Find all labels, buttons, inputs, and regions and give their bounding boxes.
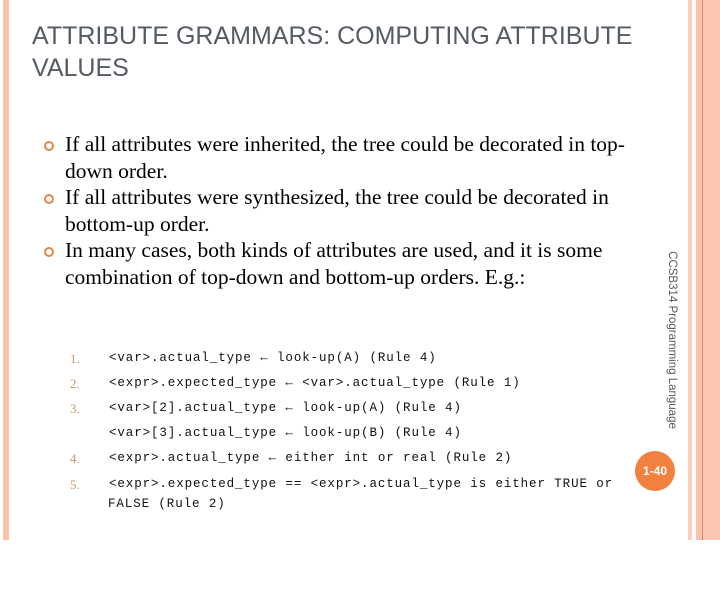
code-line-number: 1.	[70, 351, 80, 366]
bullet-item: If all attributes were synthesized, the …	[38, 184, 628, 237]
bullet-text: If all attributes were synthesized, the …	[65, 185, 609, 236]
code-line-text: <expr>.expected_type == <expr>.actual_ty…	[109, 477, 614, 491]
code-line: 1. <var>.actual_type ← look-up(A) (Rule …	[70, 346, 630, 371]
code-line-text: <var>.actual_type ← look-up(A) (Rule 4)	[109, 351, 437, 365]
ring-bullet-icon	[44, 194, 54, 204]
course-label: CCSB314 Programming Language	[666, 251, 678, 429]
code-line-text: <expr>.expected_type ← <var>.actual_type…	[109, 376, 521, 390]
code-line-text: <var>[2].actual_type ← look-up(A) (Rule …	[109, 401, 462, 415]
ring-bullet-icon	[44, 247, 54, 257]
page-number-badge: 1-40	[635, 451, 675, 491]
code-line-number: 3.	[70, 401, 80, 416]
bullet-text: If all attributes were inherited, the tr…	[65, 132, 625, 183]
code-line: 4. <expr>.actual_type ← either int or re…	[70, 446, 630, 472]
bullet-item: If all attributes were inherited, the tr…	[38, 131, 628, 184]
code-line-number: 5.	[70, 477, 80, 492]
code-line: <var>[3].actual_type ← look-up(B) (Rule …	[70, 421, 630, 446]
left-border-stripe	[3, 0, 9, 540]
bullet-text: In many cases, both kinds of attributes …	[65, 238, 603, 289]
code-line-text: <expr>.actual_type ← either int or real …	[109, 451, 513, 465]
code-example-list: 1. <var>.actual_type ← look-up(A) (Rule …	[70, 346, 630, 520]
code-line: 3. <var>[2].actual_type ← look-up(A) (Ru…	[70, 396, 630, 421]
right-border-stripe-thin	[688, 0, 692, 540]
code-line: 2. <expr>.expected_type ← <var>.actual_t…	[70, 371, 630, 396]
ring-bullet-icon	[44, 141, 54, 151]
bullet-item: In many cases, both kinds of attributes …	[38, 237, 628, 290]
code-line: 5. <expr>.expected_type == <expr>.actual…	[70, 472, 630, 520]
code-line-continuation: FALSE (Rule 2)	[108, 497, 226, 511]
bullet-list: If all attributes were inherited, the tr…	[38, 131, 628, 290]
slide-title: ATTRIBUTE GRAMMARS: COMPUTING ATTRIBUTE …	[32, 22, 633, 82]
code-line-text: <var>[3].actual_type ← look-up(B) (Rule …	[109, 426, 462, 440]
code-line-number: 4.	[70, 451, 80, 466]
code-line-number: 2.	[70, 376, 80, 391]
right-border-band	[703, 0, 720, 540]
